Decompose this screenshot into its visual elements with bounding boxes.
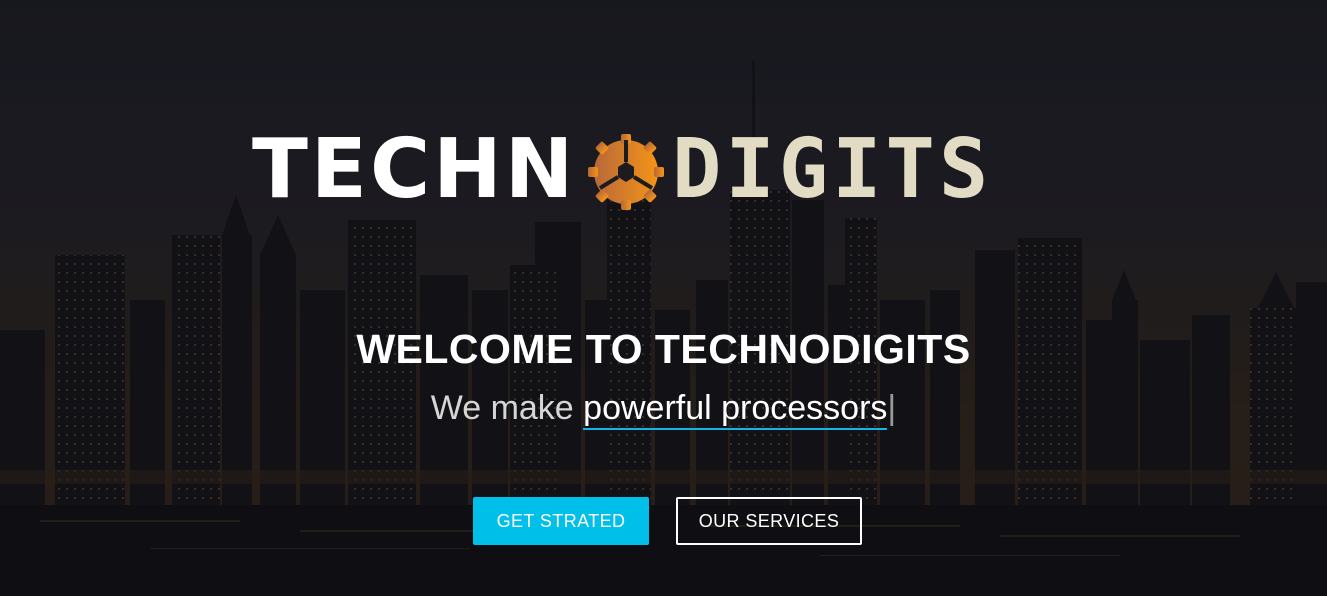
hero-headline: WELCOME TO TECHNODIGITS [356, 326, 971, 372]
orange-gear-icon [588, 134, 664, 210]
our-services-button[interactable]: OUR SERVICES [676, 497, 862, 545]
logo-text-left: TECHN [252, 122, 577, 217]
hero-section: TECHN DIGITS WELCOME TO TECHNODIGITS We … [0, 0, 1327, 596]
technodigits-logo: TECHN DIGITS [252, 122, 1078, 218]
logo-text-right: DIGITS [672, 122, 993, 217]
tagline-prefix: We make [430, 389, 574, 427]
dark-overlay [0, 0, 1327, 596]
typing-cursor: | [887, 389, 897, 427]
tagline-typed-text: powerful processors [583, 389, 888, 430]
hero-tagline: We make powerful processors| [0, 389, 1327, 430]
get-started-button[interactable]: GET STRATED [473, 497, 649, 545]
